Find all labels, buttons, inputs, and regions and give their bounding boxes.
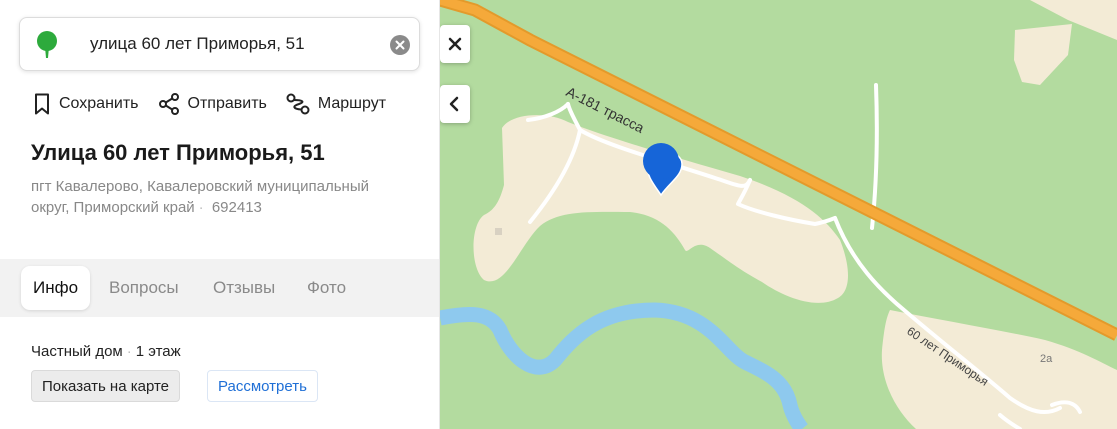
share-button[interactable]: Отправить (157, 92, 267, 116)
bookmark-icon (35, 93, 49, 115)
place-title: Улица 60 лет Приморья, 51 (31, 140, 325, 165)
building-details: Частный дом · 1 этаж (31, 343, 181, 360)
share-icon (158, 93, 179, 115)
postcode: 692413 (211, 199, 262, 216)
tab-info[interactable]: Инфо (21, 266, 91, 310)
river (440, 302, 808, 429)
clear-icon (395, 40, 405, 50)
place-address: пгт Кавалерово, Кавалеровский муниципаль… (31, 176, 411, 218)
building-type: Частный дом (31, 343, 123, 360)
search-input[interactable]: улица 60 лет Приморья, 51 (90, 34, 305, 54)
route-icon (286, 93, 310, 115)
action-bar: Сохранить Отправить Маршрут (32, 90, 404, 118)
search-bar[interactable]: улица 60 лет Приморья, 51 (19, 17, 420, 71)
share-label: Отправить (187, 95, 267, 112)
house-number-label: 2а (1040, 353, 1053, 365)
separator-dot: · (126, 343, 132, 360)
look-button[interactable]: Рассмотреть (207, 370, 318, 402)
settlement-area (1014, 24, 1072, 85)
save-button[interactable]: Сохранить (32, 92, 139, 116)
tab-questions[interactable]: Вопросы (109, 266, 179, 310)
separator-dot: · (198, 199, 204, 216)
clear-search-button[interactable] (390, 35, 410, 55)
collapse-panel-button[interactable] (440, 85, 470, 123)
save-label: Сохранить (59, 95, 139, 112)
tab-reviews[interactable]: Отзывы (213, 266, 275, 310)
building-floors: 1 этаж (135, 343, 181, 360)
tab-photos[interactable]: Фото (307, 266, 346, 310)
tree-pin-icon (37, 31, 57, 58)
close-icon (448, 37, 462, 51)
show-on-map-button[interactable]: Показать на карте (31, 370, 181, 402)
building (495, 228, 502, 235)
close-button[interactable] (440, 25, 470, 63)
route-button[interactable]: Маршрут (285, 92, 386, 116)
map-view[interactable]: А-181 трасса 60 лет Приморья 2а (440, 0, 1117, 429)
place-card-panel: улица 60 лет Приморья, 51 Сохранить Отпр… (0, 0, 440, 429)
route-label: Маршрут (317, 95, 387, 112)
tab-bar: Инфо Вопросы Отзывы Фото (0, 259, 439, 317)
map-canvas: А-181 трасса 60 лет Приморья 2а (440, 0, 1117, 429)
chevron-left-icon (449, 96, 459, 112)
